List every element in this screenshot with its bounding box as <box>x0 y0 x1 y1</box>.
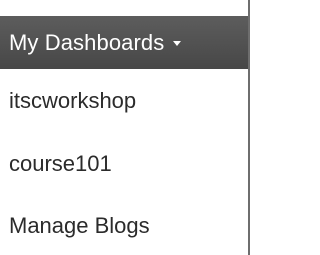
menu-item-link[interactable]: course101 <box>9 151 112 177</box>
my-dashboards-menu-header[interactable]: My Dashboards <box>0 16 248 69</box>
menu-item-manage-blogs[interactable]: Manage Blogs <box>0 195 248 255</box>
menu-item-course101[interactable]: course101 <box>0 133 248 195</box>
screenshot-frame: My Dashboards itscworkshop course101 Man… <box>0 0 262 255</box>
menu-item-itscworkshop[interactable]: itscworkshop <box>0 69 248 133</box>
dashboards-menu-list: itscworkshop course101 Manage Blogs <box>0 69 248 255</box>
menu-item-link[interactable]: Manage Blogs <box>9 213 150 239</box>
menu-item-link[interactable]: itscworkshop <box>9 88 136 114</box>
caret-down-icon <box>173 41 182 46</box>
my-dashboards-title: My Dashboards <box>9 29 165 55</box>
dashboards-dropdown-menu: My Dashboards itscworkshop course101 Man… <box>0 0 250 255</box>
